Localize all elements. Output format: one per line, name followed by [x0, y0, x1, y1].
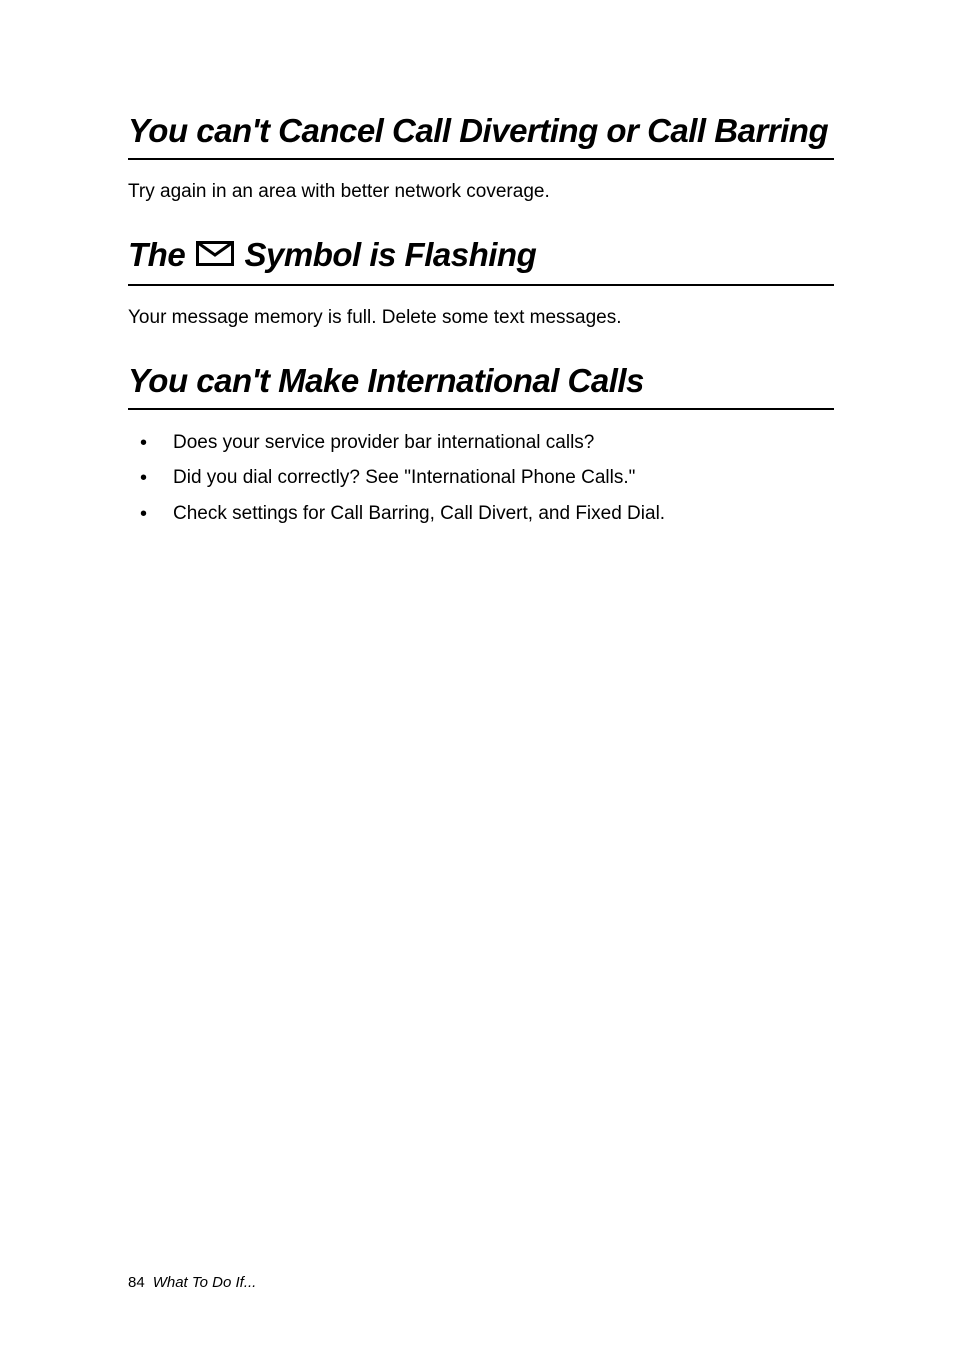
body-symbol-flashing: Your message memory is full. Delete some… [128, 304, 834, 332]
heading-suffix: Symbol is Flashing [236, 236, 536, 273]
heading-prefix: The [128, 236, 194, 273]
page-footer: 84 What To Do If... [128, 1274, 256, 1291]
footer-section-title: What To Do If... [153, 1274, 257, 1291]
section-symbol-flashing: The Symbol is Flashing Your message memo… [128, 234, 834, 332]
page-number: 84 [128, 1274, 145, 1291]
body-cancel-diverting: Try again in an area with better network… [128, 178, 834, 206]
heading-cancel-diverting: You can't Cancel Call Diverting or Call … [128, 110, 834, 160]
list-item: Check settings for Call Barring, Call Di… [128, 499, 834, 528]
heading-symbol-flashing: The Symbol is Flashing [128, 234, 834, 286]
section-international-calls: You can't Make International Calls Does … [128, 360, 834, 529]
bullet-list-international: Does your service provider bar internati… [128, 428, 834, 528]
list-item: Does your service provider bar internati… [128, 428, 834, 457]
list-item: Did you dial correctly? See "Internation… [128, 463, 834, 492]
envelope-icon [196, 234, 234, 276]
section-cancel-diverting: You can't Cancel Call Diverting or Call … [128, 110, 834, 206]
heading-international-calls: You can't Make International Calls [128, 360, 834, 410]
